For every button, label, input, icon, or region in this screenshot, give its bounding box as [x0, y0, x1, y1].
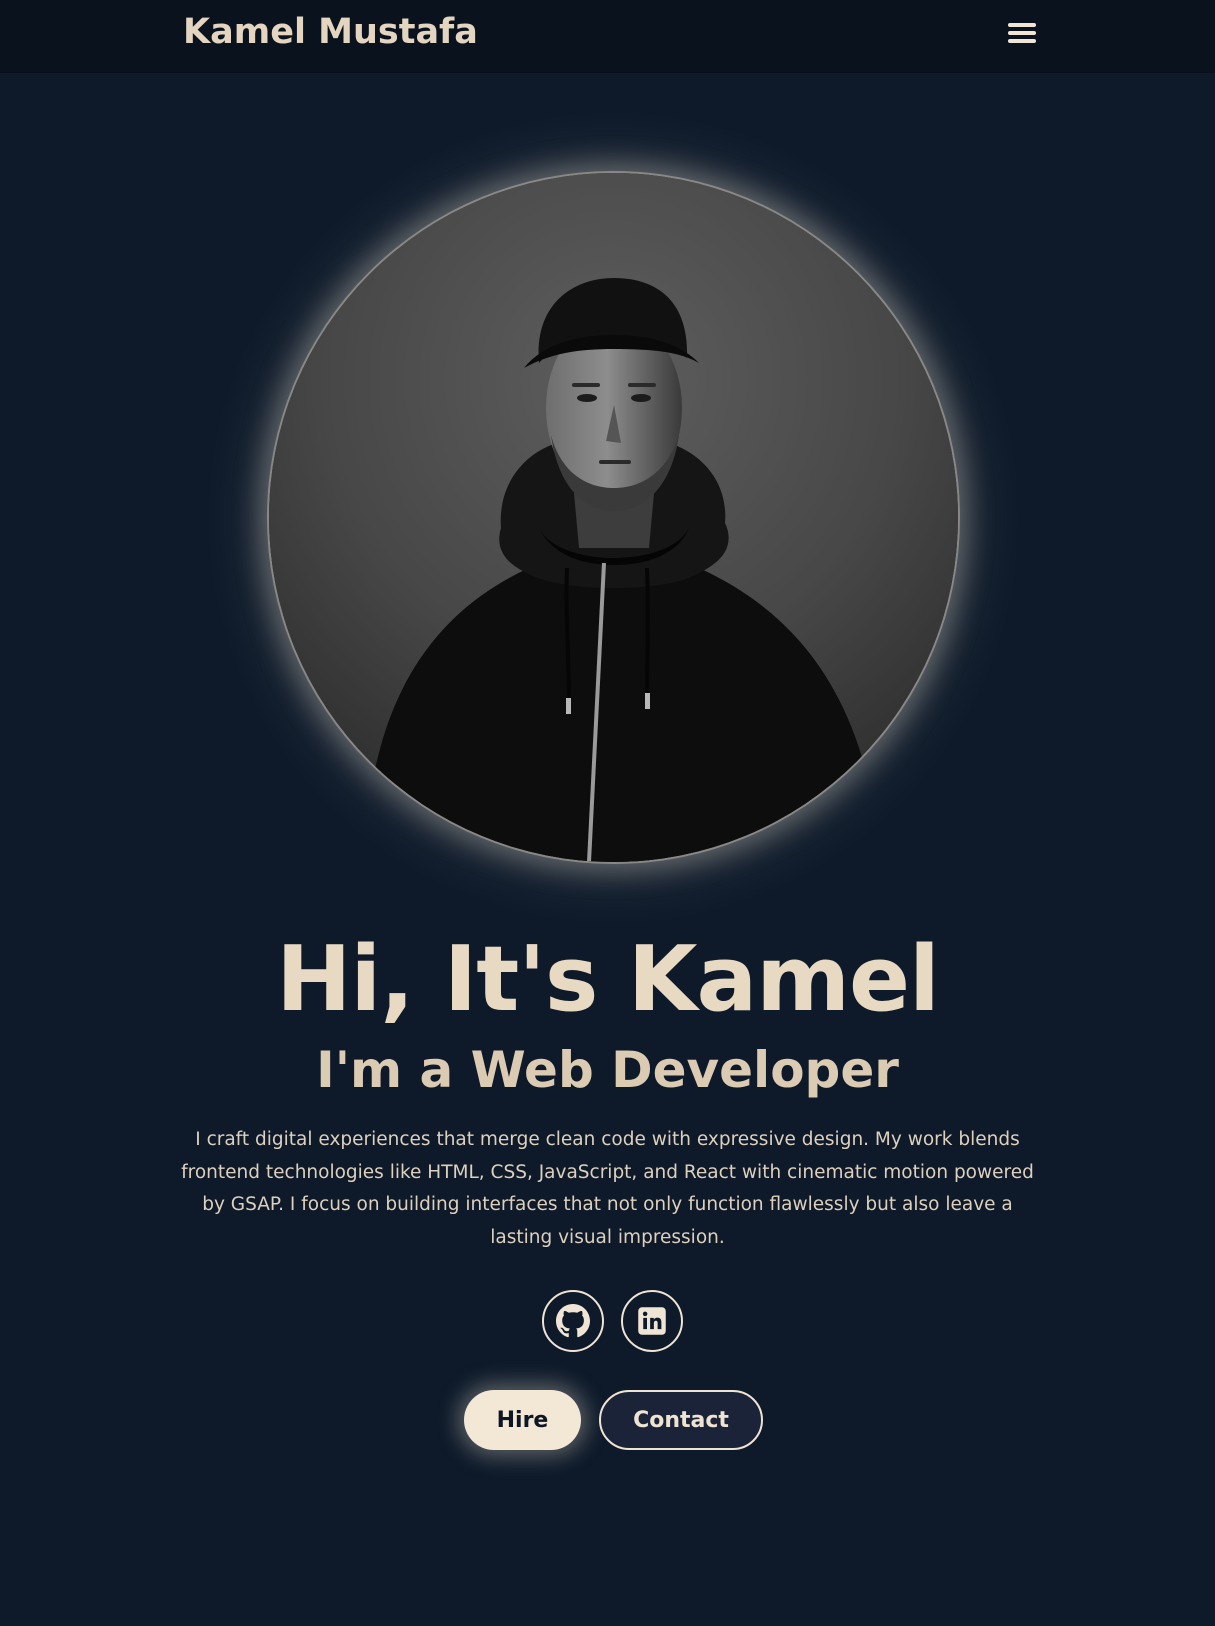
hire-button[interactable]: Hire — [464, 1390, 581, 1450]
site-brand[interactable]: Kamel Mustafa — [183, 12, 478, 52]
top-navigation-bar: Kamel Mustafa — [0, 0, 1215, 72]
github-link[interactable] — [542, 1290, 604, 1352]
menu-line — [1008, 39, 1036, 43]
menu-line — [1008, 23, 1036, 27]
menu-line — [1008, 31, 1036, 35]
portrait-illustration — [269, 173, 958, 862]
linkedin-icon — [638, 1307, 666, 1335]
hero-description: I craft digital experiences that merge c… — [181, 1129, 1034, 1248]
hero-title: Hi, It's Kamel — [276, 927, 940, 1032]
hero-subtitle: I'm a Web Developer — [316, 1041, 899, 1099]
hamburger-menu-icon[interactable] — [1003, 18, 1041, 52]
contact-button[interactable]: Contact — [599, 1390, 763, 1450]
profile-portrait — [269, 173, 958, 862]
github-icon — [556, 1304, 590, 1338]
linkedin-link[interactable] — [621, 1290, 683, 1352]
